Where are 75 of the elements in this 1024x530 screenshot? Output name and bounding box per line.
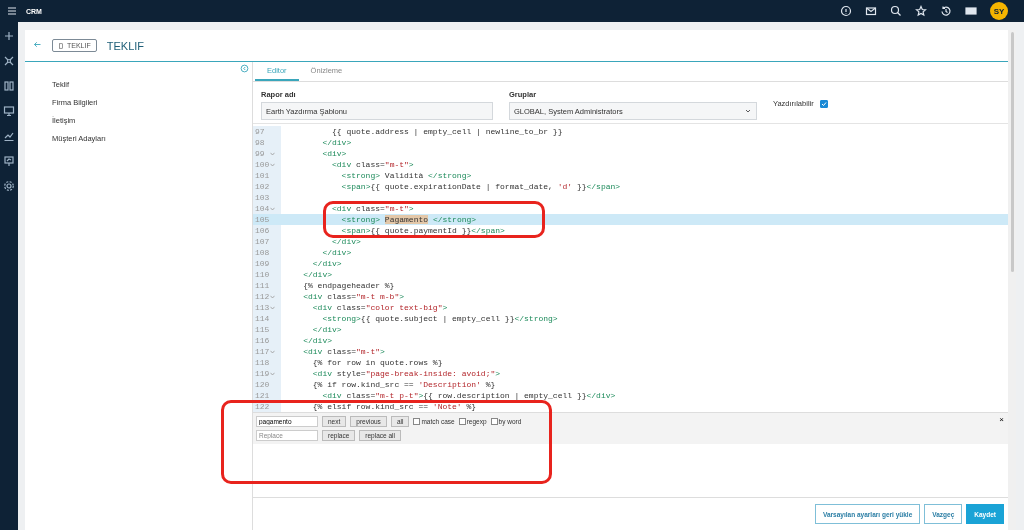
help-icon[interactable] [840,5,852,17]
line-number: 105 [255,214,269,225]
code-line: <span>{{ quote.expirationDate | format_date, 'd' }}</span> [340,181,621,192]
code-line: {% for row in quote.rows %} [311,357,443,368]
line-number: 98 [255,137,266,148]
line-number: 102 [255,181,269,192]
code-line: <strong> Pagamento </strong> [340,214,477,225]
monitor-icon[interactable] [3,105,15,117]
search-icon[interactable] [890,5,902,17]
chart-icon[interactable] [3,130,15,142]
code-line: </div> [302,269,333,280]
code-line: <strong> Validità </strong> [340,170,472,181]
page-title: TEKLIF [106,39,145,52]
line-number: 97 [255,126,266,137]
line-number: 104 [255,203,269,214]
line-number: 113 [255,302,269,313]
code-line: <div> [321,148,347,159]
chevron-down-icon[interactable] [744,107,752,115]
code-line: </div> [311,258,342,269]
line-number: 116 [255,335,269,346]
star-icon[interactable] [915,5,927,17]
plus-icon[interactable] [3,30,15,42]
line-number: 121 [255,390,269,401]
code-line: <div class="m-t p-t">{{ row.description | empty_cell }}</div> [321,390,616,401]
code-line: {% endpageheader %} [302,280,395,291]
code-line: </div> [311,324,342,335]
line-number: 122 [255,401,269,412]
code-line: <div class="m-t"> [331,203,414,214]
option-checkbox[interactable] [413,418,421,425]
settings-icon[interactable] [3,180,15,192]
line-number: 111 [255,280,269,291]
code-line: <div class="m-t"> [331,159,414,170]
line-number: 103 [255,192,269,203]
code-line: <strong>{{ quote.subject | empty_cell }}</strong> [321,313,558,324]
printable-checkbox[interactable] [819,99,828,108]
line-number: 112 [255,291,269,302]
line-number: 118 [255,357,269,368]
presentation-icon[interactable] [3,155,15,167]
network-icon[interactable] [3,55,15,67]
code-line: <div class="m-t m-b"> [302,291,405,302]
code-line: <div class="color text-big"> [311,302,448,313]
line-number: 109 [255,258,269,269]
history-icon[interactable] [940,5,952,17]
line-number: 114 [255,313,269,324]
line-number: 108 [255,247,269,258]
columns-icon[interactable] [3,80,15,92]
line-number: 100 [255,159,269,170]
code-line: </div> [302,335,333,346]
line-number: 119 [255,368,269,379]
option-checkbox[interactable] [458,418,466,425]
line-number: 107 [255,236,269,247]
menu-icon[interactable] [6,5,18,17]
document-icon[interactable] [58,42,64,49]
code-line: </div> [331,236,361,247]
code-line: </div> [321,137,352,148]
line-number: 99 [255,148,266,159]
line-number: 117 [255,346,269,357]
code-line: <div class="m-t"> [302,346,385,357]
code-line: {% if row.kind_src == 'Description' %} [311,379,496,390]
mail-icon[interactable] [865,5,877,17]
line-number: 115 [255,324,269,335]
line-number: 106 [255,225,269,236]
code-line: {{ quote.address | empty_cell | newline_to_br }} [331,126,563,137]
code-line: <div style="page-break-inside: avoid;"> [311,368,501,379]
collapse-icon[interactable] [240,64,249,73]
card-icon[interactable] [965,5,977,17]
line-number: 101 [255,170,269,181]
close-button[interactable]: × [999,415,1004,424]
code-line: <span>{{ quote.paymentId }}</span> [340,225,505,236]
code-line: {% elsif row.kind_src == 'Note' %} [311,401,477,412]
line-number: 120 [255,379,269,390]
code-line: </div> [321,247,352,258]
line-number: 110 [255,269,269,280]
user-avatar[interactable]: SY [990,2,1008,20]
option-checkbox[interactable] [490,418,498,425]
